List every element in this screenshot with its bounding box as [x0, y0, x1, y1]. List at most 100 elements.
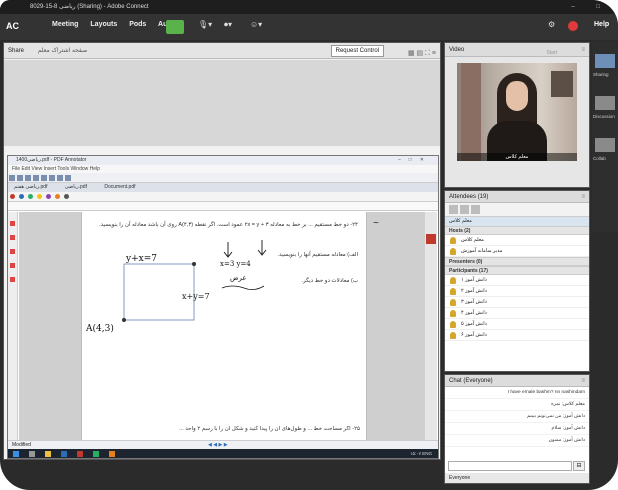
user-icon — [450, 237, 456, 244]
tool-2-icon[interactable] — [10, 235, 15, 240]
video-pod-menu-icon[interactable]: ≡ — [581, 43, 585, 57]
chat-send-icon[interactable]: ⊟ — [573, 461, 585, 471]
underline-stroke — [221, 285, 265, 290]
share-background — [4, 60, 440, 146]
camera-icon[interactable]: ⏺▾ — [224, 20, 232, 30]
layout-sharing-icon[interactable] — [595, 54, 615, 68]
tab-doc-1[interactable]: ریاضی هفتم.pdf — [14, 184, 47, 190]
redo-icon[interactable] — [49, 175, 55, 181]
status-indicator-icon[interactable] — [166, 20, 184, 34]
handwriting-layer — [122, 240, 267, 322]
new-icon[interactable] — [9, 175, 15, 181]
group-presenters[interactable]: Presenters (0) — [445, 257, 589, 266]
vertex-dot — [122, 318, 126, 322]
chat-recipient[interactable]: Everyone — [445, 473, 589, 483]
list-item[interactable]: دانش آموز ۳ — [445, 297, 589, 308]
user-icon — [450, 321, 456, 328]
menu-pods[interactable]: Pods — [129, 21, 146, 28]
chat-message: دانش آموز: ممنون — [445, 435, 589, 447]
window-title: ریاضی 8-15-8029 (Sharing) - Adobe Connec… — [30, 4, 149, 10]
search-icon[interactable] — [29, 450, 35, 457]
microphone-icon[interactable]: 🎙▾ — [198, 20, 212, 29]
curtain — [461, 63, 481, 161]
editor-title: ریاضی1400.pdf - PDF Annotator — [16, 157, 87, 163]
pdf-page: ۲۴- دو خط مستقیم ... بر خط به معادله ۳ +… — [81, 212, 367, 442]
app-icon[interactable] — [77, 450, 83, 457]
record-indicator-icon[interactable] — [568, 21, 578, 31]
list-item[interactable]: دانش آموز ۵ — [445, 319, 589, 330]
highlighter-icon[interactable] — [37, 194, 42, 199]
layout-sharing-label[interactable]: Sharing — [593, 72, 609, 77]
page-icon[interactable] — [65, 175, 71, 181]
chat-message: معلم کلاس: نمره — [445, 399, 589, 411]
start-icon[interactable] — [13, 450, 19, 457]
attendees-title: Attendees (19) — [449, 194, 489, 200]
layout-collab-icon[interactable] — [595, 138, 615, 152]
help-menu[interactable]: Help — [594, 21, 609, 28]
settings-icon[interactable]: ⚙ — [548, 20, 555, 29]
chat-input[interactable] — [448, 461, 572, 471]
list-item[interactable]: دانش آموز ۶ — [445, 330, 589, 341]
chat-menu-icon[interactable]: ≡ — [581, 375, 585, 387]
list-item[interactable]: مدیر سامانه آموزش — [445, 246, 589, 257]
shape-icon[interactable] — [46, 194, 51, 199]
menu-layouts[interactable]: Layouts — [90, 21, 117, 28]
tool-sidebar — [8, 212, 18, 442]
video-pod-title: Video — [449, 47, 465, 53]
tab-doc-2[interactable]: ریاضی.pdf — [65, 184, 87, 190]
window-controls[interactable]: – □ — [571, 0, 610, 14]
view-status-icon[interactable] — [460, 205, 469, 214]
user-icon — [450, 299, 456, 306]
pen-blue-icon[interactable] — [19, 194, 24, 199]
tool-4-icon[interactable] — [10, 263, 15, 268]
undo-icon[interactable] — [41, 175, 47, 181]
zoom-icon[interactable] — [57, 175, 63, 181]
open-icon[interactable] — [17, 175, 23, 181]
user-icon — [450, 332, 456, 339]
menu-meeting[interactable]: Meeting — [52, 21, 78, 28]
layout-discussion-label[interactable]: Discussion — [593, 114, 615, 119]
tool-1-icon[interactable] — [10, 221, 15, 226]
sort-icon[interactable] — [471, 205, 480, 214]
print-icon[interactable] — [33, 175, 39, 181]
attendees-menu-icon[interactable]: ≡ — [581, 191, 585, 203]
group-participants[interactable]: Participants (17) — [445, 266, 589, 275]
video-pod-header: Video Start ≡ — [445, 43, 589, 57]
list-item[interactable]: معلم کلاس — [445, 235, 589, 246]
view-list-icon[interactable] — [449, 205, 458, 214]
layout-collab-label[interactable]: Collab — [593, 156, 606, 161]
title-bar: ریاضی 8-15-8029 (Sharing) - Adobe Connec… — [0, 0, 618, 14]
start-video-button[interactable]: Start — [546, 46, 557, 60]
app-icon[interactable] — [93, 450, 99, 457]
video-pod: Video Start ≡ معلم کلاس — [444, 42, 590, 188]
taskbar-clock: ۱۵:۰۷ ENG — [410, 451, 432, 456]
user-status-icon[interactable]: ☺▾ — [250, 20, 262, 29]
question-25: ۲۵- اگر مساحت خط ... و طول‌های آن را پید… — [179, 426, 360, 432]
text-icon[interactable] — [55, 194, 60, 199]
active-speaker: معلم کلاس — [445, 217, 589, 226]
save-icon[interactable] — [25, 175, 31, 181]
webcam-feed: معلم کلاس — [457, 63, 577, 161]
request-control-button[interactable]: Request Control — [330, 45, 384, 57]
layout-discussion-icon[interactable] — [595, 96, 615, 110]
tab-doc-3[interactable]: Document.pdf — [104, 184, 135, 190]
list-item[interactable]: دانش آموز ۲ — [445, 286, 589, 297]
edge-icon[interactable] — [61, 450, 67, 457]
list-item[interactable]: دانش آموز ۴ — [445, 308, 589, 319]
app-icon[interactable] — [109, 450, 115, 457]
pen-green-icon[interactable] — [28, 194, 33, 199]
editor-window-controls[interactable]: –□✕ — [398, 156, 432, 165]
group-hosts[interactable]: Hosts (2) — [445, 226, 589, 235]
handwritten-marks: x=3 y=4 — [220, 260, 251, 268]
explorer-icon[interactable] — [45, 450, 51, 457]
list-item[interactable]: دانش آموز ۱ — [445, 275, 589, 286]
tool-5-icon[interactable] — [10, 277, 15, 282]
pen-red-icon[interactable] — [10, 194, 15, 199]
chat-message: I have emale bashm? nn nashindam — [445, 387, 589, 399]
eraser-icon[interactable] — [64, 194, 69, 199]
tool-3-icon[interactable] — [10, 249, 15, 254]
handwritten-eq-1: y+x=7 — [126, 254, 157, 264]
bookmark-icon[interactable] — [426, 234, 436, 244]
editor-menu[interactable]: File Edit View Insert Tools Window Help — [8, 165, 438, 173]
chat-pod: Chat (Everyone) ≡ I have emale bashm? nn… — [444, 374, 590, 484]
